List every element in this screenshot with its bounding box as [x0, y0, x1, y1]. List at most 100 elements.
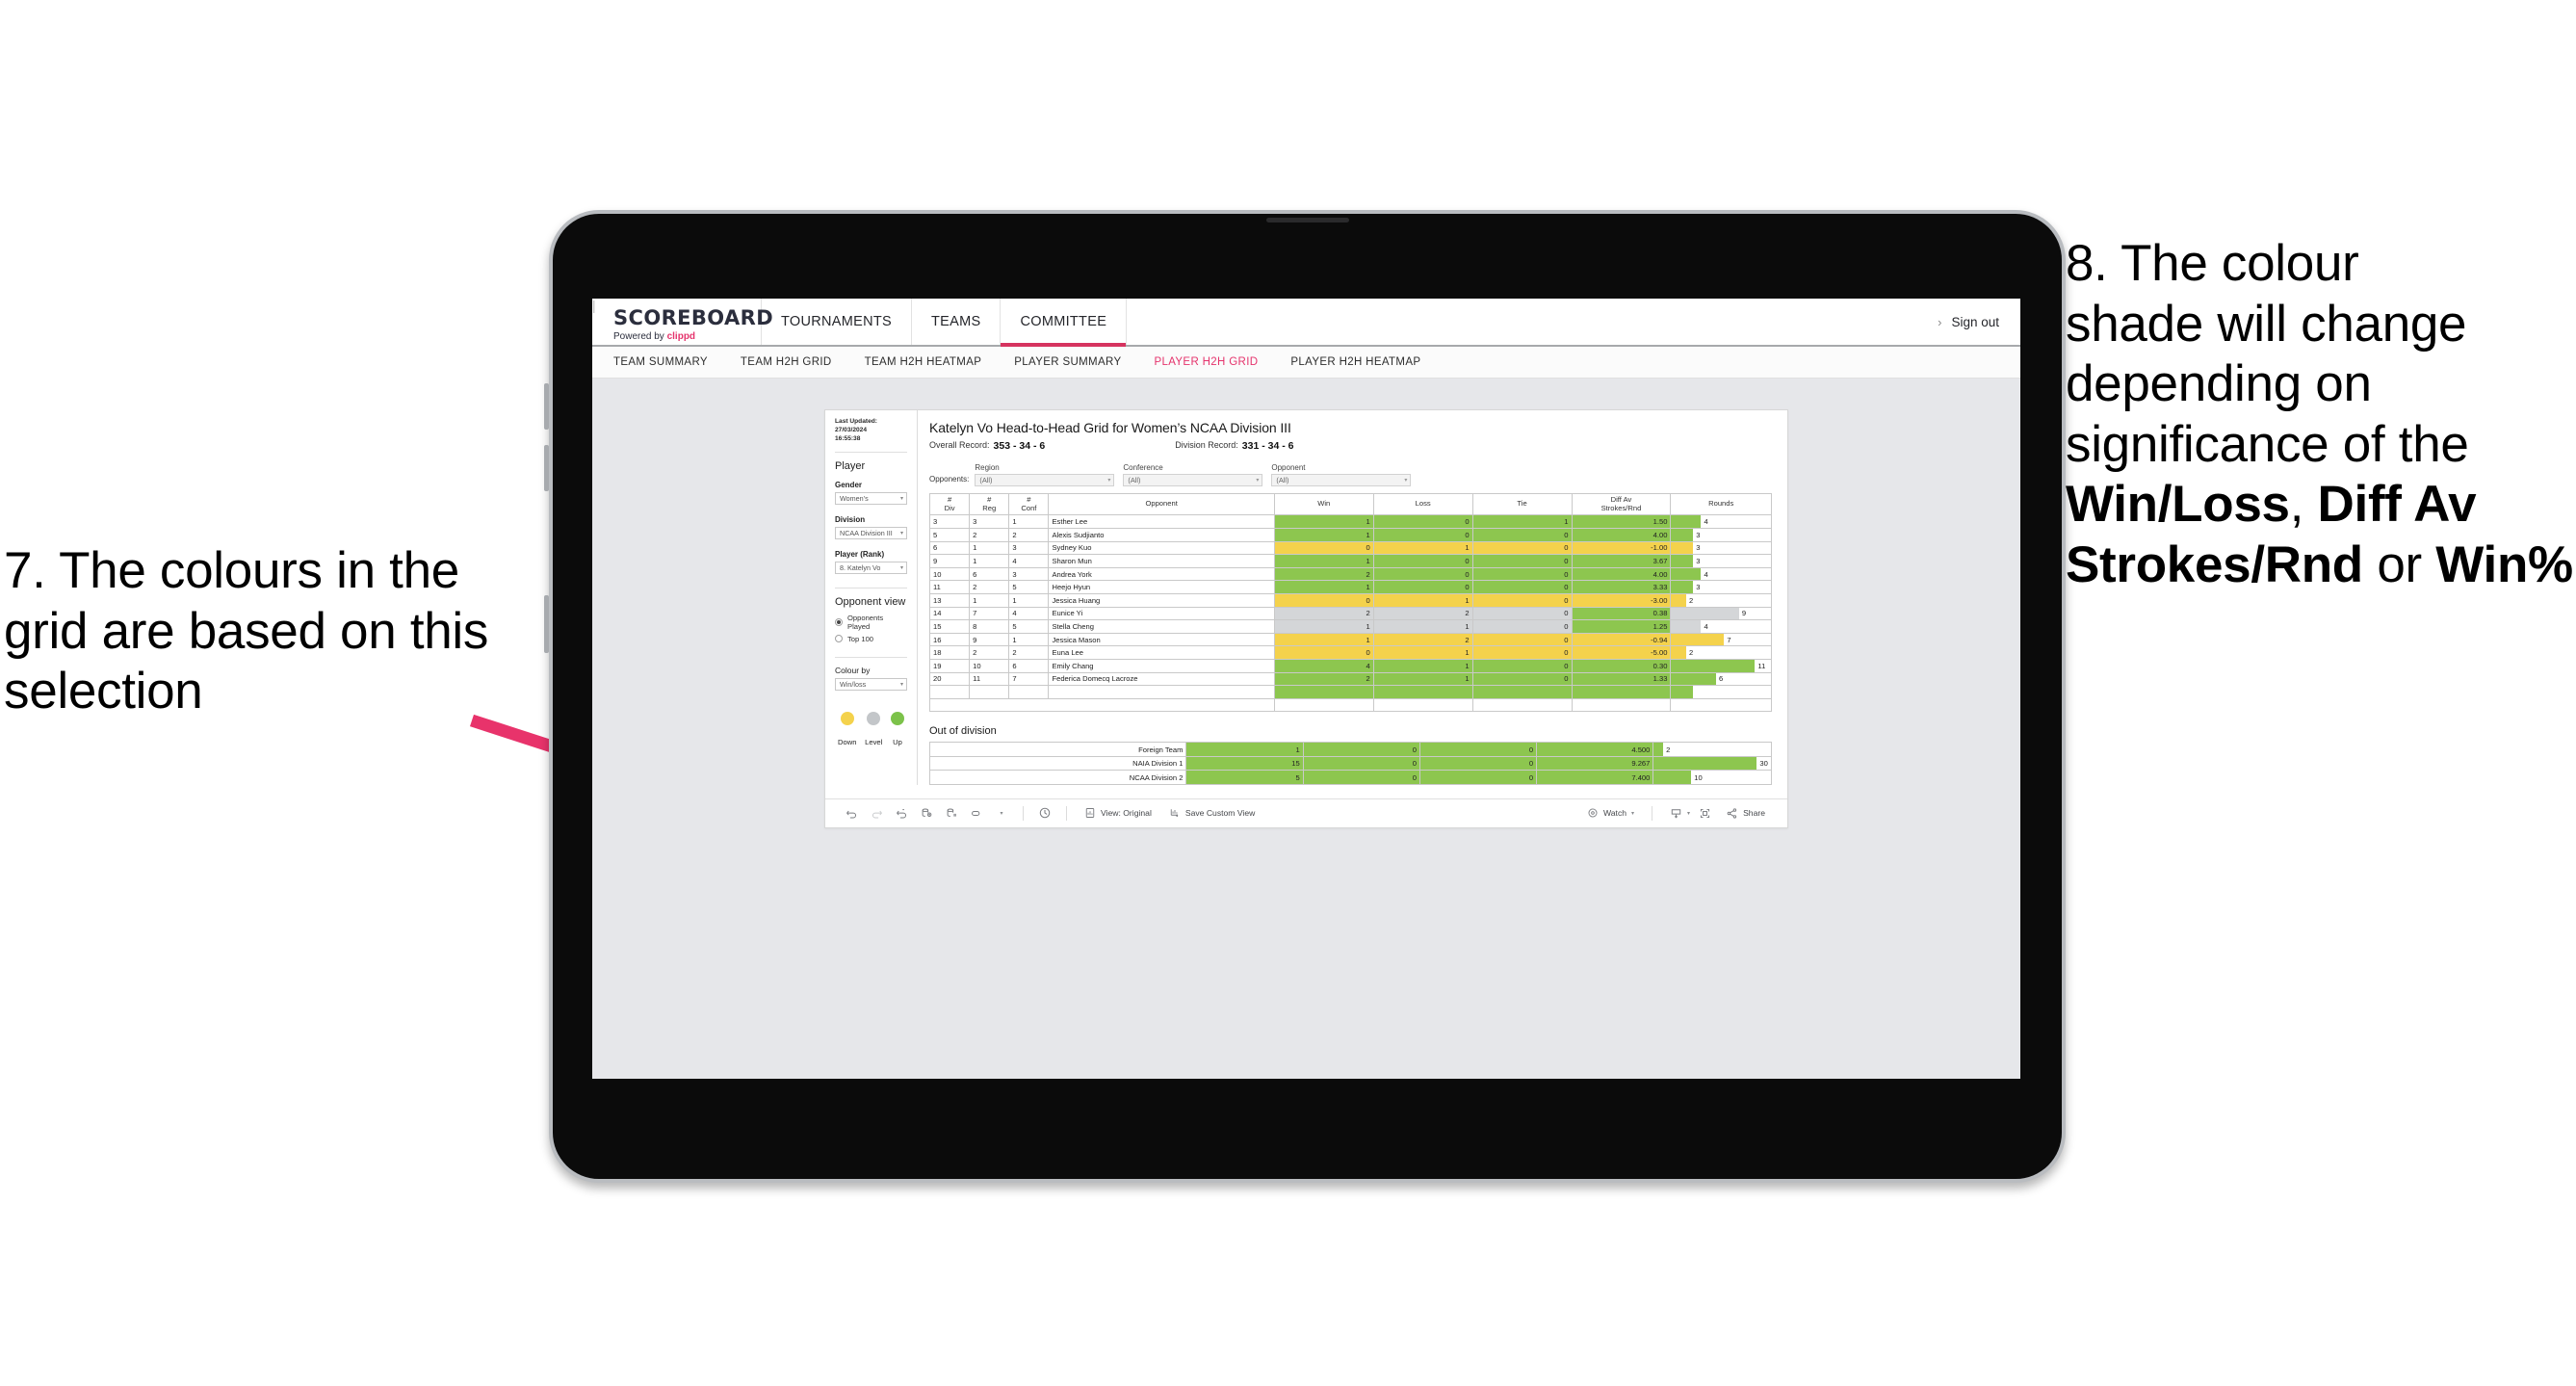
division-select[interactable]: NCAA Division III ▾ [835, 526, 907, 539]
table-row[interactable]: 13 1 1 Jessica Huang 0 1 0 -3.00 2 [928, 593, 1772, 608]
subnav-player-summary[interactable]: PLAYER SUMMARY [1014, 356, 1138, 368]
table-row[interactable]: 10 6 3 Andrea York 2 0 0 4.00 4 [928, 566, 1772, 582]
gender-select[interactable]: Women’s ▾ [835, 491, 907, 505]
table-row[interactable]: 11 2 5 Heejo Hyun 1 0 0 3.33 3 [928, 580, 1772, 594]
annotation-8-bold3: Win% [2435, 536, 2573, 593]
cell-loss: 1 [1372, 593, 1473, 608]
region-filter-select[interactable]: (All) ▾ [975, 474, 1115, 486]
subnav-player-h2h-grid[interactable]: PLAYER H2H GRID [1154, 356, 1275, 368]
caret-down-icon[interactable]: ▾ [1687, 810, 1690, 817]
col-diff-av-strokes[interactable]: Diff Av Strokes/Rnd [1571, 492, 1672, 516]
col-loss[interactable]: Loss [1372, 492, 1473, 516]
col-win[interactable]: Win [1273, 492, 1374, 516]
watch-button[interactable]: Watch ▾ [1578, 807, 1643, 819]
highlight-dropdown-caret[interactable]: ▾ [989, 810, 1014, 817]
brand-logo[interactable]: SCOREBOARD Powered by clippd [592, 299, 773, 345]
radio-icon-unselected[interactable] [835, 635, 843, 643]
cell-win: 2 [1273, 566, 1374, 582]
view-original-button[interactable]: View: Original [1076, 807, 1160, 819]
subnav-team-h2h-grid[interactable]: TEAM H2H GRID [741, 356, 849, 368]
cell-conf: 5 [1008, 619, 1050, 634]
table-row[interactable]: 6 1 3 Sydney Kuo 0 1 0 -1.00 3 [928, 540, 1772, 556]
cell-reg: 1 [969, 554, 1010, 568]
out-of-division-row[interactable]: NCAA Division 2 5 0 0 7.400 10 [928, 770, 1772, 785]
viz-body: Last Updated: 27/03/2024 16:55:38 Player… [825, 410, 1787, 785]
nav-committee[interactable]: COMMITTEE [1001, 299, 1128, 347]
legend-dot-level [867, 711, 881, 725]
radio-icon-selected[interactable] [835, 617, 843, 626]
col-div[interactable]: # Div [928, 492, 971, 516]
watch-label: Watch [1602, 808, 1627, 819]
out-of-division-row[interactable]: Foreign Team 1 0 0 4.500 2 [928, 742, 1772, 757]
signout-label[interactable]: Sign out [1951, 315, 1999, 329]
divider [835, 451, 907, 453]
table-row[interactable]: 18 2 2 Euna Lee 0 1 0 -5.00 2 [928, 645, 1772, 660]
conference-filter-select[interactable]: (All) ▾ [1123, 474, 1263, 486]
legend-dot-up [890, 711, 904, 725]
cell-opponent: Stella Cheng [1048, 619, 1275, 634]
refresh-data-icon[interactable] [914, 807, 939, 820]
cell-win: 0 [1273, 645, 1374, 660]
filter-sidebar: Last Updated: 27/03/2024 16:55:38 Player… [825, 410, 918, 785]
table-row[interactable]: 5 2 2 Alexis Sudjianto 1 0 0 4.00 3 [928, 528, 1772, 542]
table-row[interactable]: 14 7 4 Eunice Yi 2 2 0 0.38 9 [928, 606, 1772, 621]
cell-loss: 0 [1372, 566, 1473, 582]
opponent-filter-select[interactable]: (All) ▾ [1271, 474, 1412, 486]
rounds-value: 2 [1688, 595, 1694, 605]
table-row[interactable]: 16 9 1 Jessica Mason 1 2 0 -0.94 7 [928, 632, 1772, 647]
subnav-team-summary[interactable]: TEAM SUMMARY [613, 356, 725, 368]
pause-updates-icon[interactable] [939, 807, 964, 820]
cell-conf [1008, 685, 1050, 699]
cell-diff-av-strokes: 9.267 [1536, 755, 1654, 771]
revert-icon[interactable] [889, 807, 914, 820]
colour-by-select[interactable]: Win/loss ▾ [835, 677, 907, 691]
rounds-bar [1671, 672, 1717, 686]
undo-icon[interactable] [839, 807, 864, 820]
col-opponent[interactable]: Opponent [1048, 492, 1275, 516]
rounds-value: 30 [1759, 759, 1768, 769]
conference-filter-label: Conference [1123, 463, 1163, 472]
cell-opponent: Federica Domecq Lacroze [1048, 671, 1275, 687]
subnav-team-h2h-heatmap[interactable]: TEAM H2H HEATMAP [865, 356, 1000, 368]
col-reg[interactable]: # Reg [969, 492, 1010, 516]
rounds-value: 11 [1757, 661, 1766, 670]
division-record: Division Record: 331 - 34 - 6 [1175, 440, 1293, 452]
col-tie[interactable]: Tie [1471, 492, 1573, 516]
cell-win: 2 [1273, 606, 1374, 621]
download-button[interactable]: ▾ [1661, 807, 1692, 820]
player-rank-select[interactable]: 8. Katelyn Vo ▾ [835, 561, 907, 574]
fullscreen-icon[interactable] [1692, 807, 1717, 820]
radio-opponents-played[interactable]: Opponents Played [835, 614, 907, 631]
share-button[interactable]: Share [1717, 807, 1774, 820]
cell-tie: 0 [1471, 645, 1573, 660]
cell-diff-av-strokes: 3.33 [1571, 580, 1672, 594]
col-conf[interactable]: # Conf [1008, 492, 1050, 516]
chevron-right-icon[interactable]: › [1938, 315, 1941, 329]
table-row[interactable]: 19 10 6 Emily Chang 4 1 0 0.30 11 [928, 658, 1772, 673]
rounds-bar [1671, 594, 1686, 607]
cell-div: 15 [928, 619, 971, 634]
signout-area[interactable]: › | Sign out [592, 299, 2020, 345]
table-row[interactable]: 15 8 5 Stella Cheng 1 1 0 1.25 4 [928, 619, 1772, 634]
rounds-bar [1653, 756, 1757, 771]
out-of-division-row[interactable]: NAIA Division 1 15 0 0 9.267 30 [928, 755, 1772, 771]
nav-tournaments[interactable]: TOURNAMENTS [762, 299, 913, 345]
tableau-viz: Last Updated: 27/03/2024 16:55:38 Player… [824, 409, 1788, 828]
annotation-7-text: 7. The colours in the grid are based on … [4, 542, 489, 720]
subnav-player-h2h-heatmap[interactable]: PLAYER H2H HEATMAP [1290, 356, 1438, 368]
table-row[interactable]: 20 11 7 Federica Domecq Lacroze 2 1 0 1.33 6 [928, 671, 1772, 687]
save-custom-view-button[interactable]: Save Custom View [1160, 807, 1263, 819]
nav-teams[interactable]: TEAMS [912, 299, 1002, 345]
radio-top-100[interactable]: Top 100 [835, 635, 907, 643]
cell-tie: 0 [1471, 580, 1573, 594]
table-row[interactable]: 3 3 1 Esther Lee 1 0 1 1.50 4 [928, 514, 1772, 530]
highlight-icon[interactable] [964, 807, 989, 820]
table-row[interactable]: 9 1 4 Sharon Mun 1 0 0 3.67 3 [928, 554, 1772, 568]
redo-icon[interactable] [864, 807, 889, 820]
pause-auto-update-icon[interactable] [1032, 806, 1057, 820]
cell-diff-av-strokes: -0.94 [1571, 632, 1672, 647]
col-rounds[interactable]: Rounds [1670, 492, 1772, 516]
caret-down-icon[interactable]: ▾ [1631, 810, 1634, 817]
rounds-bar [1671, 515, 1702, 529]
